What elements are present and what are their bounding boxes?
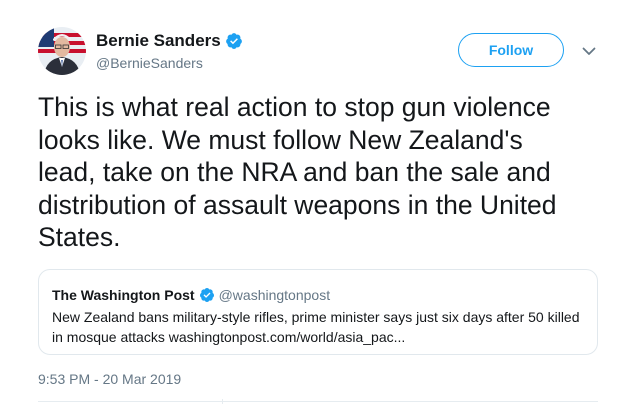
quoted-text-line: New Zealand bans military-style rifles, … (52, 309, 580, 325)
follow-button[interactable]: Follow (458, 33, 564, 67)
author-handle[interactable]: @BernieSanders (96, 55, 203, 71)
divider (38, 401, 598, 402)
chevron-down-icon[interactable] (580, 42, 598, 60)
tweet-text-line: distribution of assault weapons in the U… (38, 189, 557, 220)
divider-tick (222, 399, 223, 404)
quoted-author-handle: @washingtonpost (218, 287, 331, 303)
author-name-row: Bernie Sanders (96, 30, 243, 52)
quoted-tweet[interactable]: The Washington Post @washingtonpost New … (38, 269, 598, 355)
tweet-text: This is what real action to stop gun vio… (38, 91, 608, 254)
verified-badge-icon (225, 32, 243, 50)
tweet-timestamp[interactable]: 9:53 PM - 20 Mar 2019 (38, 371, 181, 387)
tweet-card: Bernie Sanders @BernieSanders Follow Thi… (0, 0, 634, 404)
tweet-text-line: This is what real action to stop gun vio… (38, 92, 551, 122)
tweet-text-line: looks like. We must follow New Zealand's (38, 124, 523, 155)
quoted-tweet-header: The Washington Post @washingtonpost (52, 286, 330, 304)
quoted-tweet-text: New Zealand bans military-style rifles, … (52, 307, 587, 347)
quoted-author-name: The Washington Post (52, 287, 195, 303)
quoted-verified-badge-icon (199, 287, 215, 303)
tweet-text-line: States. (38, 222, 121, 252)
tweet-text-line: lead, take on the NRA and ban the sale a… (38, 157, 551, 187)
author-display-name[interactable]: Bernie Sanders (96, 31, 221, 51)
avatar-image (38, 27, 86, 75)
avatar[interactable] (38, 27, 86, 75)
quoted-text-line: in mosque attacks washingtonpost.com/wor… (52, 329, 406, 345)
